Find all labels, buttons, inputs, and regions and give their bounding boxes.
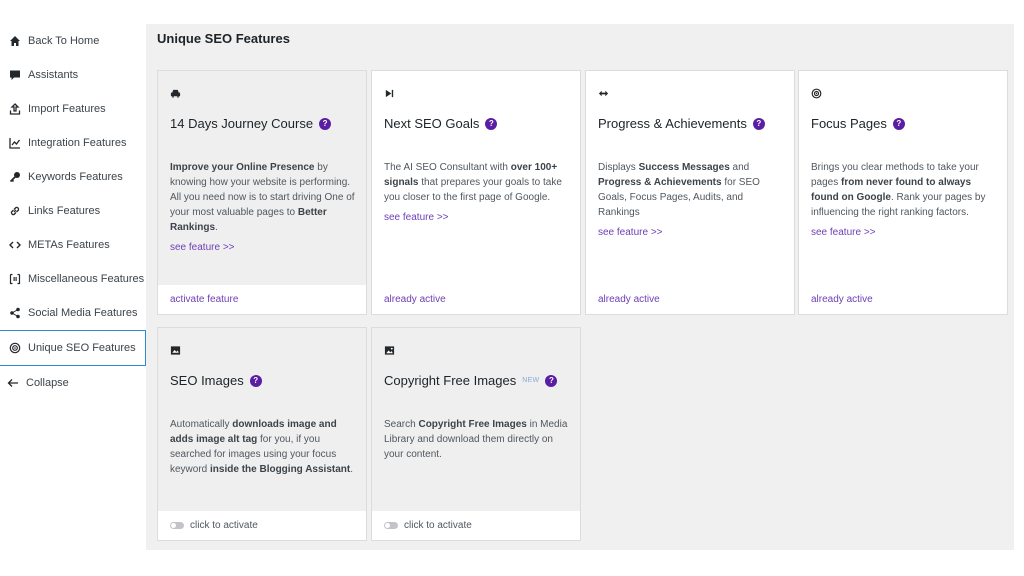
- toggle-switch[interactable]: [384, 522, 398, 529]
- feature-card-progress-achievements: Progress & Achievements ? Displays Succe…: [585, 70, 795, 315]
- help-icon[interactable]: ?: [485, 118, 497, 130]
- chat-bubble-icon: [8, 68, 22, 82]
- collapse-label: Collapse: [26, 377, 69, 389]
- status-already-active: already active: [586, 285, 794, 314]
- help-icon[interactable]: ?: [250, 375, 262, 387]
- see-feature-link[interactable]: see feature >>: [170, 240, 356, 255]
- toggle-switch[interactable]: [170, 522, 184, 529]
- feature-card-copyright-free-images: Copyright Free Images NEW ? Search Copyr…: [371, 327, 581, 541]
- card-description: The AI SEO Consultant with over 100+ sig…: [384, 160, 570, 205]
- card-title: 14 Days Journey Course: [170, 116, 313, 131]
- target-icon: [8, 341, 22, 355]
- card-title: SEO Images: [170, 373, 244, 388]
- sidebar-item-label: Links Features: [28, 205, 100, 217]
- sidebar-item-back-to-home[interactable]: Back To Home: [0, 24, 146, 58]
- sidebar-item-label: Social Media Features: [28, 307, 137, 319]
- status-already-active: already active: [799, 285, 1007, 314]
- grid-icon: [8, 272, 22, 286]
- sidebar-item-import-features[interactable]: Import Features: [0, 92, 146, 126]
- sidebar-item-assistants[interactable]: Assistants: [0, 58, 146, 92]
- arrows-icon: [598, 86, 610, 98]
- key-icon: [8, 170, 22, 184]
- new-badge: NEW: [522, 377, 539, 384]
- page-title: Unique SEO Features: [157, 31, 290, 46]
- sidebar-item-label: Unique SEO Features: [28, 342, 136, 354]
- sidebar-item-label: Integration Features: [28, 137, 126, 149]
- chart-line-icon: [8, 136, 22, 150]
- features-panel: Unique SEO Features 14 Days Journey Cour…: [146, 24, 1014, 550]
- sidebar: Back To Home Assistants Import Features …: [0, 24, 146, 400]
- see-feature-link[interactable]: see feature >>: [598, 225, 784, 240]
- card-description: Brings you clear methods to take your pa…: [811, 160, 997, 220]
- sidebar-item-links-features[interactable]: Links Features: [0, 194, 146, 228]
- status-already-active: already active: [372, 285, 580, 314]
- help-icon[interactable]: ?: [893, 118, 905, 130]
- see-feature-link[interactable]: see feature >>: [811, 225, 997, 240]
- sidebar-item-label: Keywords Features: [28, 171, 123, 183]
- card-title: Next SEO Goals: [384, 116, 479, 131]
- sidebar-item-label: Assistants: [28, 69, 78, 81]
- see-feature-link[interactable]: see feature >>: [384, 210, 570, 225]
- skip-icon: [384, 86, 396, 98]
- sidebar-item-metas-features[interactable]: METAs Features: [0, 228, 146, 262]
- link-icon: [8, 204, 22, 218]
- target-icon: [811, 86, 823, 98]
- upload-icon: [8, 102, 22, 116]
- feature-card-focus-pages: Focus Pages ? Brings you clear methods t…: [798, 70, 1008, 315]
- card-title: Focus Pages: [811, 116, 887, 131]
- home-icon: [8, 34, 22, 48]
- help-icon[interactable]: ?: [753, 118, 765, 130]
- card-title: Copyright Free Images: [384, 373, 516, 388]
- image-alt-icon: [170, 343, 182, 355]
- sidebar-item-label: METAs Features: [28, 239, 110, 251]
- image-icon: [384, 343, 396, 355]
- sidebar-item-keywords-features[interactable]: Keywords Features: [0, 160, 146, 194]
- toggle-label: click to activate: [190, 520, 258, 531]
- arrow-left-icon: [6, 376, 20, 390]
- car-icon: [170, 86, 182, 98]
- card-description: Improve your Online Presence by knowing …: [170, 160, 356, 235]
- activate-toggle[interactable]: click to activate: [158, 511, 366, 540]
- sidebar-item-miscellaneous-features[interactable]: Miscellaneous Features: [0, 262, 146, 296]
- sidebar-item-label: Import Features: [28, 103, 106, 115]
- code-icon: [8, 238, 22, 252]
- sidebar-item-label: Back To Home: [28, 35, 99, 47]
- feature-card-next-seo-goals: Next SEO Goals ? The AI SEO Consultant w…: [371, 70, 581, 315]
- card-title: Progress & Achievements: [598, 116, 747, 131]
- card-description: Automatically downloads image and adds i…: [170, 417, 356, 477]
- toggle-label: click to activate: [404, 520, 472, 531]
- collapse-button[interactable]: Collapse: [0, 366, 146, 400]
- card-description: Displays Success Messages and Progress &…: [598, 160, 784, 220]
- sidebar-item-social-media-features[interactable]: Social Media Features: [0, 296, 146, 330]
- share-icon: [8, 306, 22, 320]
- sidebar-item-unique-seo-features[interactable]: Unique SEO Features: [0, 330, 146, 366]
- sidebar-item-integration-features[interactable]: Integration Features: [0, 126, 146, 160]
- help-icon[interactable]: ?: [545, 375, 557, 387]
- card-description: Search Copyright Free Images in Media Li…: [384, 417, 570, 462]
- activate-toggle[interactable]: click to activate: [372, 511, 580, 540]
- sidebar-item-label: Miscellaneous Features: [28, 273, 144, 285]
- feature-card-14-days-journey-course: 14 Days Journey Course ? Improve your On…: [157, 70, 367, 315]
- feature-card-seo-images: SEO Images ? Automatically downloads ima…: [157, 327, 367, 541]
- activate-feature-link[interactable]: activate feature: [158, 285, 366, 314]
- help-icon[interactable]: ?: [319, 118, 331, 130]
